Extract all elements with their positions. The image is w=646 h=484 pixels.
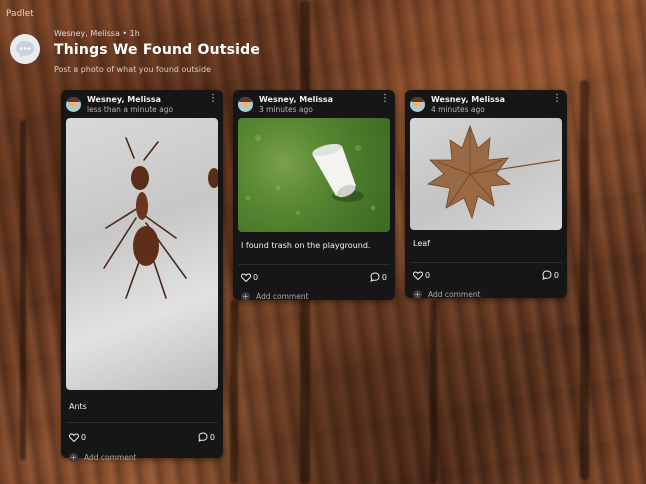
board-title: Things We Found Outside <box>54 42 261 58</box>
like-button[interactable]: 0 <box>241 273 258 282</box>
comment-count: 0 <box>553 270 559 280</box>
divider <box>410 262 562 263</box>
divider <box>238 264 390 265</box>
divider <box>66 422 218 423</box>
post-author: Wesney, Melissa <box>431 95 506 104</box>
cup-on-grass-photo[interactable] <box>238 118 390 232</box>
comment-icon <box>542 270 552 280</box>
plus-icon: + <box>69 452 78 462</box>
background-texture <box>20 120 26 460</box>
background-texture <box>230 300 238 484</box>
post-card[interactable]: Wesney, Melissa 4 minutes ago ⋮ Leaf 0 0… <box>405 90 567 299</box>
like-count: 0 <box>81 432 87 442</box>
plus-icon: + <box>413 289 422 299</box>
more-vertical-icon[interactable]: ⋮ <box>208 94 218 104</box>
comment-icon <box>370 272 380 282</box>
post-caption: Leaf <box>413 239 430 248</box>
more-vertical-icon[interactable]: ⋮ <box>552 94 562 104</box>
app-name[interactable]: Padlet <box>6 9 34 19</box>
heart-icon <box>241 272 251 282</box>
avatar[interactable] <box>238 97 253 112</box>
background-texture <box>430 300 437 484</box>
add-comment-label: Add comment <box>256 291 309 301</box>
post-caption: Ants <box>69 402 87 411</box>
leaf-photo[interactable] <box>410 118 562 230</box>
like-button[interactable]: 0 <box>413 271 430 280</box>
comment-count: 0 <box>209 432 215 442</box>
post-author: Wesney, Melissa <box>87 95 162 104</box>
comment-icon <box>198 432 208 442</box>
board-header: Wesney, Melissa • 1h Things We Found Out… <box>10 26 260 74</box>
post-time: less than a minute ago <box>87 105 174 114</box>
board-meta: Wesney, Melissa • 1h <box>54 29 140 38</box>
add-comment-label: Add comment <box>84 452 137 462</box>
ant-photo[interactable] <box>66 118 218 390</box>
avatar[interactable] <box>66 97 81 112</box>
plus-icon: + <box>241 291 250 301</box>
add-comment-button[interactable]: + Add comment <box>405 286 567 302</box>
comment-button[interactable]: 0 <box>370 272 387 282</box>
heart-icon <box>413 270 423 280</box>
post-card[interactable]: Wesney, Melissa less than a minute ago ⋮… <box>61 90 223 462</box>
post-card[interactable]: Wesney, Melissa 3 minutes ago ⋮ I found … <box>233 90 395 301</box>
like-button[interactable]: 0 <box>69 433 86 442</box>
add-comment-label: Add comment <box>428 289 481 299</box>
post-caption: I found trash on the playground. <box>241 241 371 250</box>
comment-button[interactable]: 0 <box>198 432 215 442</box>
board-subtitle: Post a photo of what you found outside <box>54 65 211 74</box>
background-texture <box>580 80 589 480</box>
like-count: 0 <box>253 272 259 282</box>
post-author: Wesney, Melissa <box>259 95 334 104</box>
avatar[interactable] <box>410 97 425 112</box>
like-count: 0 <box>425 270 431 280</box>
post-time: 3 minutes ago <box>259 105 313 114</box>
chat-bubble-icon <box>10 34 40 64</box>
more-vertical-icon[interactable]: ⋮ <box>380 94 390 104</box>
comment-count: 0 <box>381 272 387 282</box>
heart-icon <box>69 432 79 442</box>
post-time: 4 minutes ago <box>431 105 485 114</box>
comment-button[interactable]: 0 <box>542 270 559 280</box>
add-comment-button[interactable]: + Add comment <box>233 288 395 304</box>
add-comment-button[interactable]: + Add comment <box>61 449 223 465</box>
